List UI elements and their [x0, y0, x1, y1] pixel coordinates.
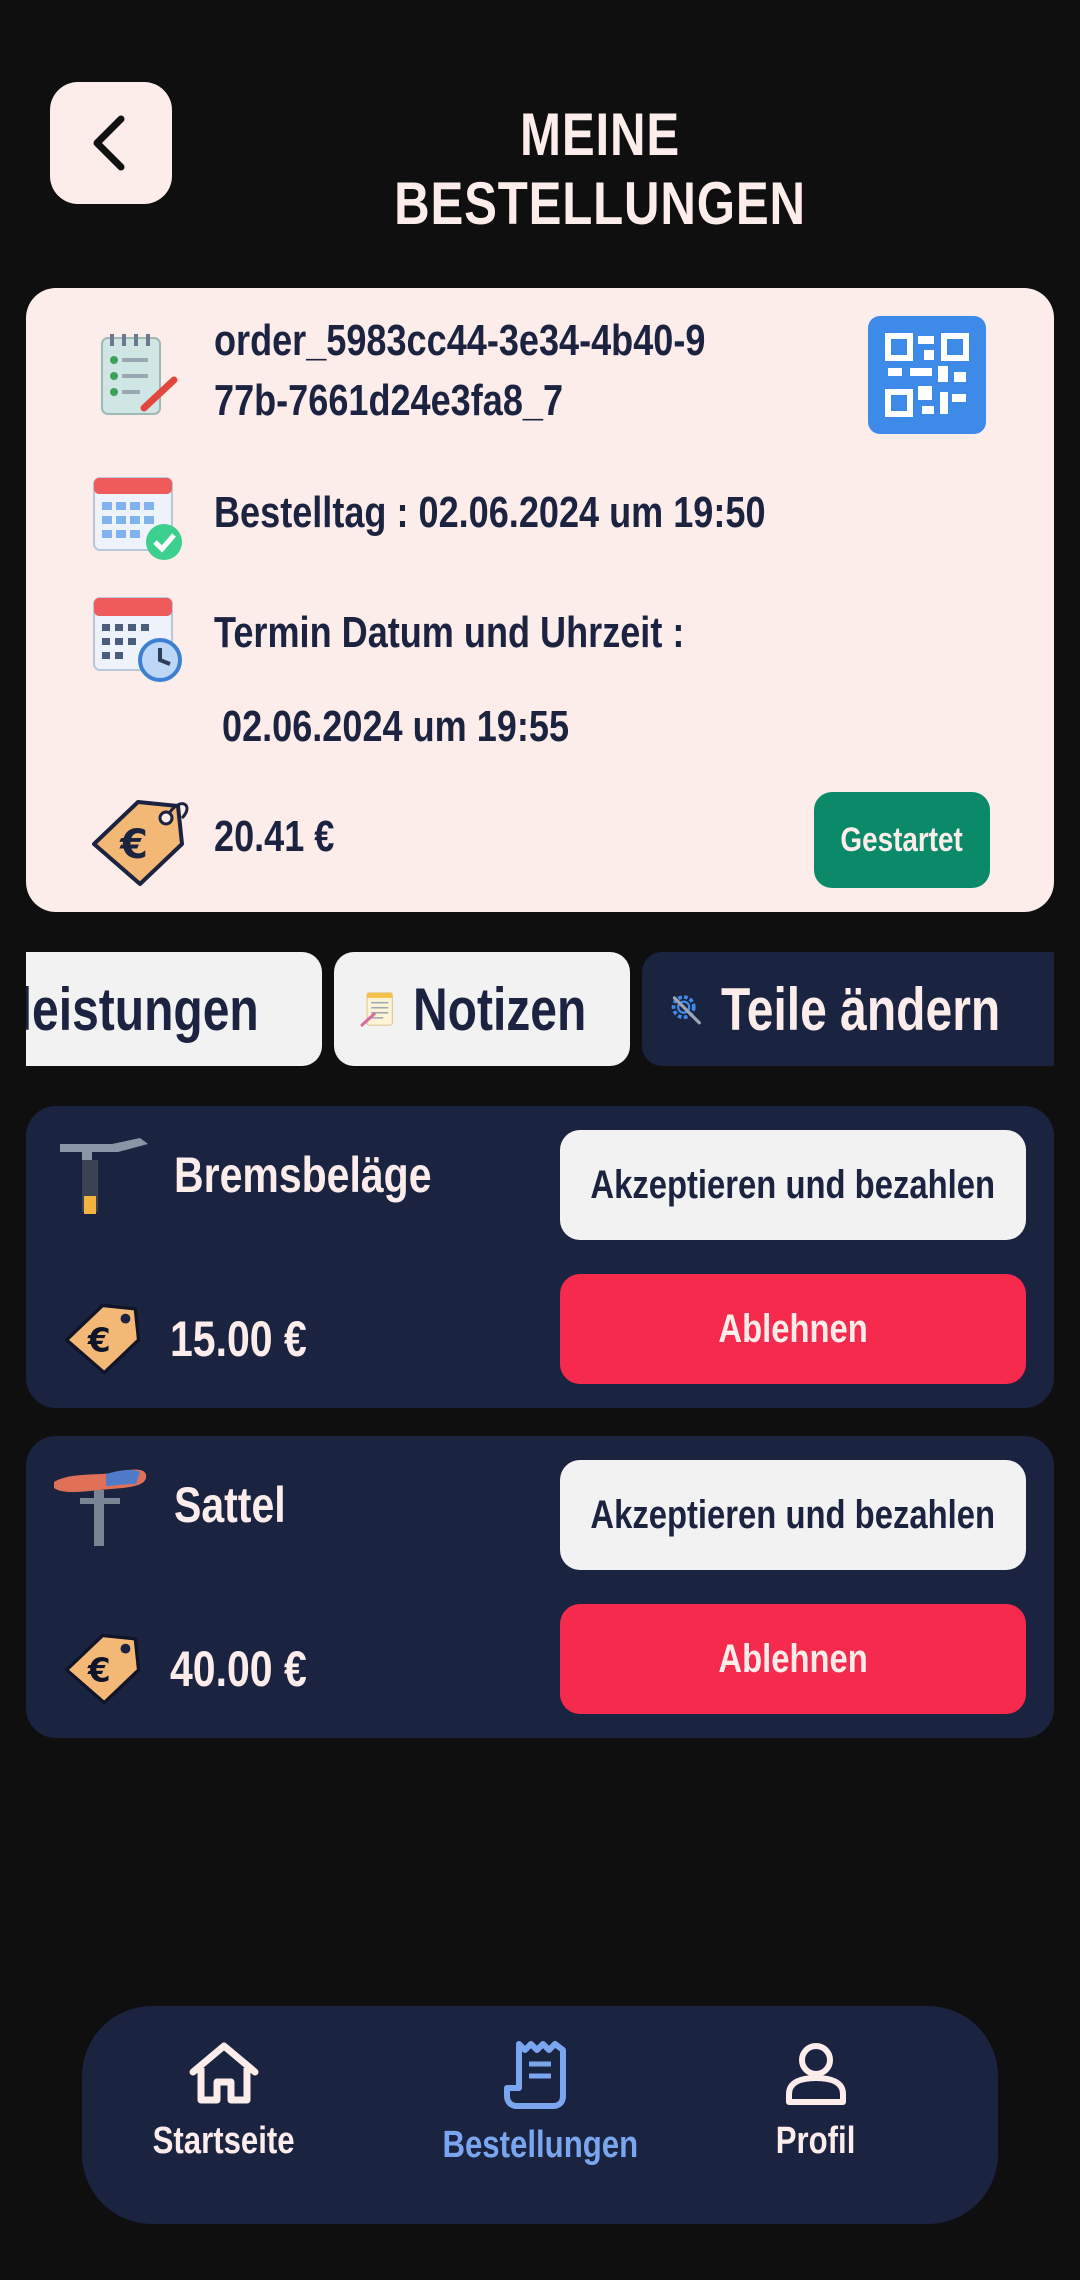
part-name: Sattel: [174, 1477, 286, 1533]
calendar-check-icon: [93, 477, 182, 560]
appointment-value: 02.06.2024 um 19:55: [222, 702, 570, 751]
notepad-icon: [360, 992, 393, 1027]
order-date: Bestelltag : 02.06.2024 um 19:50: [214, 488, 766, 537]
part-price: 40.00 €: [170, 1641, 307, 1697]
receipt-icon: [504, 2041, 566, 2109]
tab-bar: Dienstleistungen Notizen Teile ändern: [26, 952, 1054, 1068]
price-tag-icon: €: [92, 800, 189, 886]
page-title: MEINE BESTELLUNGEN: [394, 101, 806, 237]
saddle-icon: [54, 1469, 147, 1546]
part-card: Sattel € 40.00 € Akzeptieren und bezahle…: [26, 1436, 1054, 1738]
order-price: 20.41 €: [214, 812, 335, 861]
tab-notes[interactable]: Notizen: [334, 952, 630, 1066]
svg-text:€: €: [119, 822, 148, 868]
user-icon: [786, 2043, 846, 2105]
reject-button[interactable]: Ablehnen: [560, 1274, 1026, 1384]
nav-label: Bestellungen: [442, 2124, 638, 2166]
price-tag-icon: €: [64, 1633, 141, 1705]
part-card: Bremsbeläge € 15.00 € Akzeptieren und be…: [26, 1106, 1054, 1408]
bottom-nav: Startseite Bestellungen Profil: [82, 2006, 998, 2224]
svg-text:€: €: [87, 1321, 111, 1359]
nav-item-profil[interactable]: Profil: [686, 2040, 946, 2163]
nav-item-startseite[interactable]: Startseite: [94, 2040, 354, 2163]
accept-and-pay-button[interactable]: Akzeptieren und bezahlen: [560, 1130, 1026, 1240]
price-tag-icon: €: [64, 1303, 141, 1375]
qr-code-button[interactable]: [868, 316, 986, 434]
calendar-clock-icon: [93, 597, 182, 682]
svg-text:€: €: [87, 1651, 111, 1689]
brake-lever-icon: [60, 1138, 148, 1214]
clipboard-icon: [101, 334, 178, 415]
reject-button[interactable]: Ablehnen: [560, 1604, 1026, 1714]
nav-item-bestellungen[interactable]: Bestellungen: [410, 2040, 670, 2167]
nav-label: Profil: [776, 2120, 856, 2162]
home-icon: [189, 2042, 259, 2104]
back-button[interactable]: [50, 82, 172, 204]
gear-wrench-icon: [671, 995, 701, 1025]
tab-change-parts[interactable]: Teile ändern: [642, 952, 1054, 1066]
qr-code-icon: [885, 333, 969, 417]
order-card: order_5983cc44-3e34-4b40-9 77b-7661d24e3…: [26, 288, 1054, 912]
part-price: 15.00 €: [170, 1311, 307, 1367]
nav-label: Startseite: [152, 2120, 296, 2162]
part-name: Bremsbeläge: [174, 1147, 432, 1203]
status-button[interactable]: Gestartet: [814, 792, 990, 888]
chevron-left-icon: [93, 115, 125, 171]
appointment-label: Termin Datum und Uhrzeit :: [214, 608, 685, 657]
order-id-line1: order_5983cc44-3e34-4b40-9: [214, 316, 706, 365]
tab-services[interactable]: Dienstleistungen: [26, 952, 322, 1066]
order-id-line2: 77b-7661d24e3fa8_7: [214, 376, 564, 425]
accept-and-pay-button[interactable]: Akzeptieren und bezahlen: [560, 1460, 1026, 1570]
